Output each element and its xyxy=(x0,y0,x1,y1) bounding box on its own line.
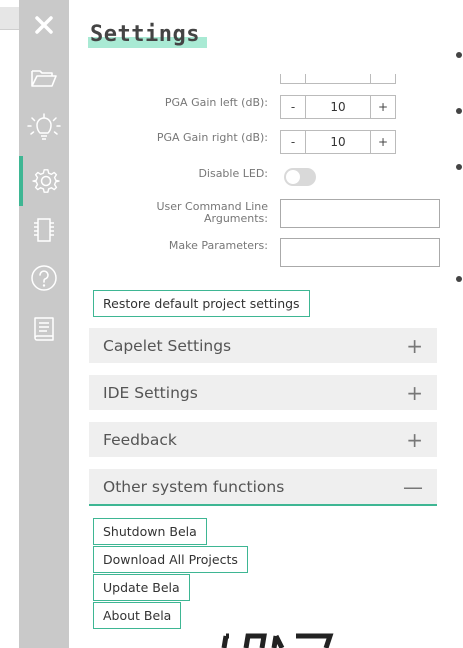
close-icon xyxy=(33,14,55,36)
download-all-projects-button[interactable]: Download All Projects xyxy=(93,546,248,573)
make-parameters-input[interactable] xyxy=(280,238,440,267)
pga-gain-left-decrement[interactable]: - xyxy=(281,96,306,118)
editor-tab-bar xyxy=(0,7,19,30)
section-ide-settings[interactable]: IDE Settings + xyxy=(89,375,437,410)
rail-marker xyxy=(456,108,462,114)
gear-icon xyxy=(32,167,60,195)
toggle-knob xyxy=(286,170,300,184)
shutdown-bela-button[interactable]: Shutdown Bela xyxy=(93,518,207,545)
section-label: Feedback xyxy=(103,431,177,449)
user-command-line-label-line2: Arguments: xyxy=(203,212,268,225)
scroll-rail[interactable] xyxy=(455,0,463,648)
section-label: Other system functions xyxy=(103,478,285,496)
rail-marker xyxy=(456,276,462,282)
about-bela-button[interactable]: About Bela xyxy=(93,602,182,629)
previous-setting-stepper[interactable] xyxy=(280,74,396,84)
pga-gain-right-decrement[interactable]: - xyxy=(281,131,306,153)
book-icon xyxy=(30,315,58,345)
expand-icon: + xyxy=(406,381,423,405)
disable-led-label: Disable LED: xyxy=(198,167,268,180)
settings-tab[interactable] xyxy=(19,156,69,206)
pga-gain-left-stepper: - 10 + xyxy=(280,95,396,119)
section-label: Capelet Settings xyxy=(103,337,232,355)
documentation-tab[interactable] xyxy=(19,310,69,350)
user-command-line-label: User Command Line Arguments: xyxy=(120,201,268,225)
close-tab-button[interactable] xyxy=(19,5,69,45)
help-tab[interactable] xyxy=(19,258,69,298)
disable-led-toggle[interactable] xyxy=(284,168,316,186)
section-feedback[interactable]: Feedback + xyxy=(89,422,437,457)
page-title: Settings xyxy=(90,22,200,47)
section-label: IDE Settings xyxy=(103,384,198,402)
chip-icon xyxy=(30,216,58,244)
pga-gain-left-label: PGA Gain left (dB): xyxy=(164,96,268,109)
folder-open-icon xyxy=(30,67,58,89)
editor-pane[interactable] xyxy=(0,0,19,648)
lightbulb-icon xyxy=(27,113,61,143)
pga-gain-left-increment[interactable]: + xyxy=(370,96,395,118)
bela-ide-window: Settings PGA Gain left (dB): - 10 + PGA … xyxy=(0,0,463,648)
pga-gain-left-input[interactable]: 10 xyxy=(306,96,370,118)
help-icon xyxy=(30,264,58,292)
bela-logo xyxy=(212,632,342,648)
section-other-system-functions[interactable]: Other system functions — xyxy=(89,469,437,506)
collapse-icon: — xyxy=(403,475,423,499)
expand-icon: + xyxy=(406,428,423,452)
pga-gain-right-stepper: - 10 + xyxy=(280,130,396,154)
rail-marker xyxy=(456,52,462,58)
expand-icon: + xyxy=(406,334,423,358)
pin-manager-tab[interactable] xyxy=(19,210,69,250)
user-command-line-input[interactable] xyxy=(280,199,440,228)
section-capelet-settings[interactable]: Capelet Settings + xyxy=(89,328,437,363)
rail-marker xyxy=(456,164,462,170)
pga-gain-right-label: PGA Gain right (dB): xyxy=(156,131,268,144)
side-toolbar xyxy=(19,0,69,648)
pga-gain-right-input[interactable]: 10 xyxy=(306,131,370,153)
pga-gain-right-increment[interactable]: + xyxy=(370,131,395,153)
restore-defaults-button[interactable]: Restore default project settings xyxy=(93,290,310,317)
make-parameters-label: Make Parameters: xyxy=(168,239,268,252)
project-explorer-tab[interactable] xyxy=(19,58,69,98)
update-bela-button[interactable]: Update Bela xyxy=(93,574,190,601)
examples-tab[interactable] xyxy=(19,108,69,148)
